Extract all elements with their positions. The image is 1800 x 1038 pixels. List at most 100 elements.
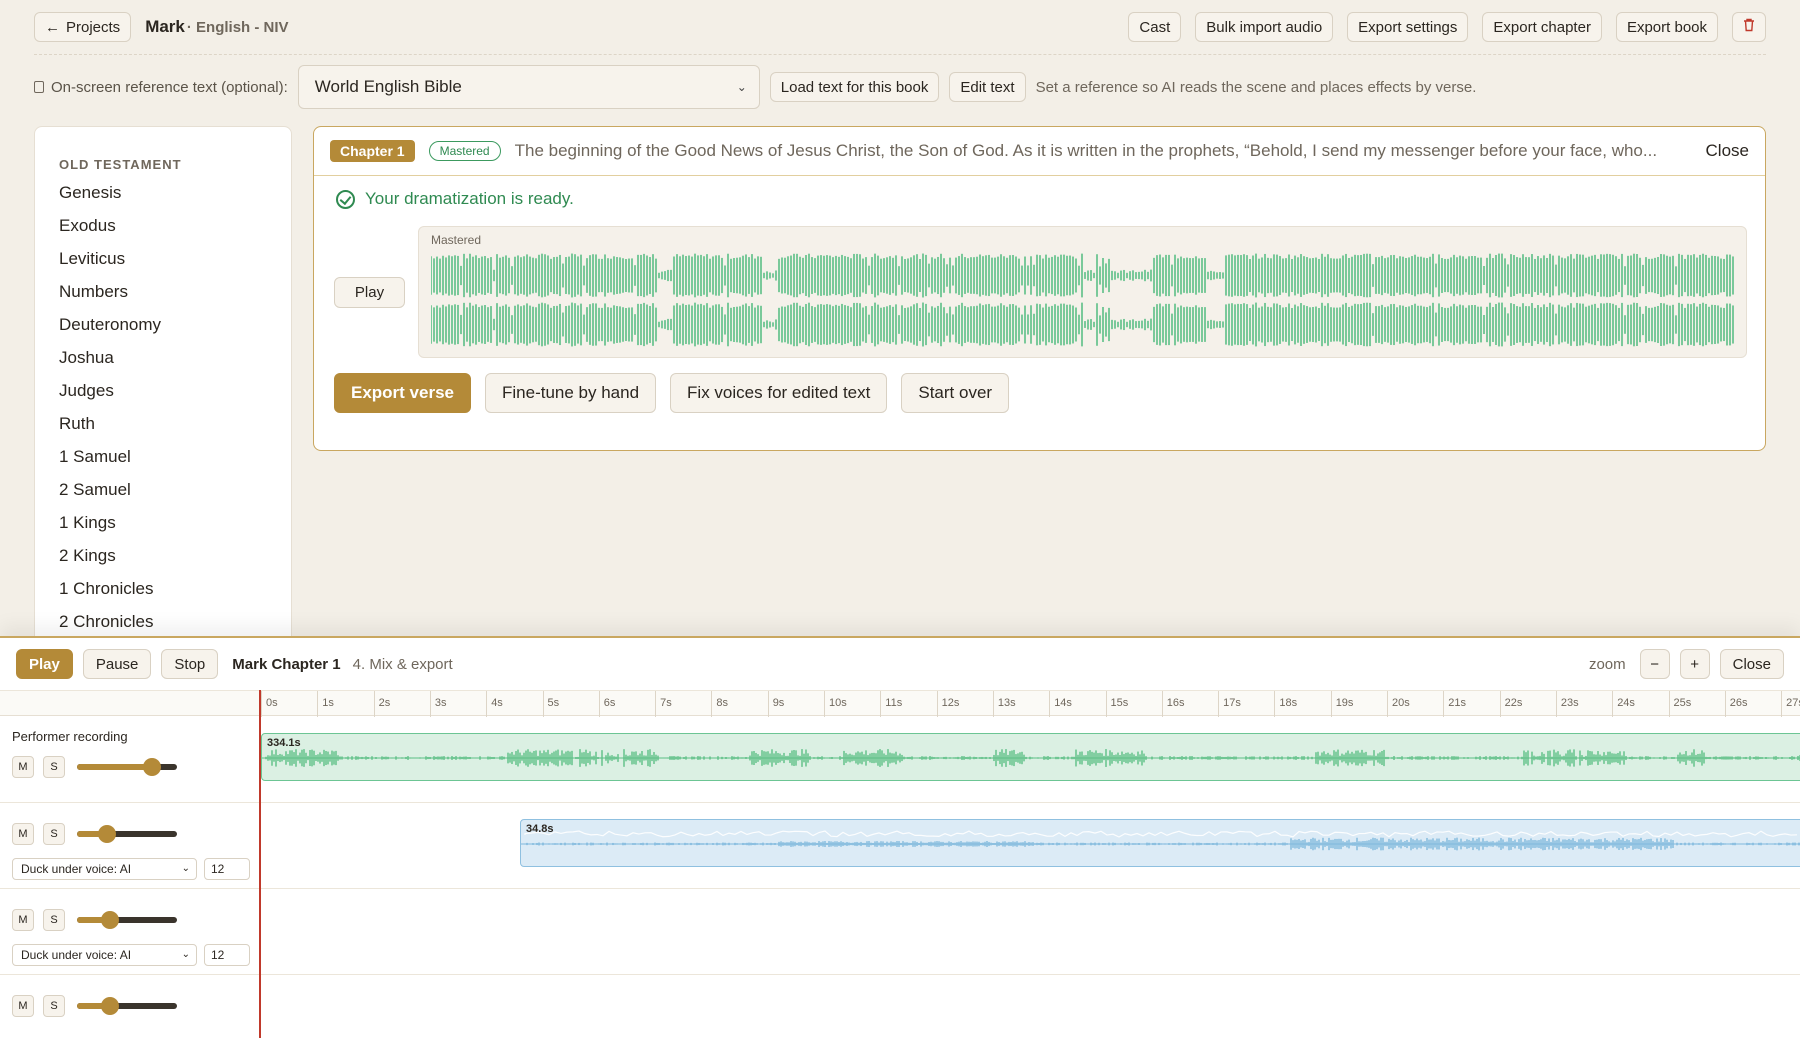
solo-button[interactable]: S — [43, 909, 65, 931]
ready-text: Your dramatization is ready. — [365, 189, 574, 208]
export-book-button[interactable]: Export book — [1615, 12, 1718, 42]
reference-select[interactable]: World English Bible ⌄ — [297, 65, 760, 109]
ruler-tick: 15s — [1105, 691, 1128, 717]
arrow-left-icon: ← — [45, 18, 60, 36]
export-chapter-button[interactable]: Export chapter — [1482, 12, 1602, 42]
mixer-panel: Play Pause Stop Mark Chapter 1 4. Mix & … — [0, 636, 1800, 1038]
status-badge: Mastered — [428, 141, 501, 161]
sidebar-item-deuteronomy[interactable]: Deuteronomy — [59, 314, 291, 347]
project-title: Mark — [145, 17, 185, 36]
sidebar-item-joshua[interactable]: Joshua — [59, 347, 291, 380]
ruler-tick: 19s — [1330, 691, 1353, 717]
zoom-label: zoom — [1588, 655, 1626, 673]
solo-button[interactable]: S — [43, 823, 65, 845]
chevron-down-icon: ⌄ — [181, 863, 190, 874]
mute-button[interactable]: M — [12, 995, 34, 1017]
timeline-ruler[interactable]: 0s 1s 2s 3s 4s 5s 6s 7s 8s 9s 10s 11s 12s 13s 14s 15s 16… — [0, 690, 1800, 717]
edit-text-button[interactable]: Edit text — [949, 72, 1026, 102]
mastered-waveform[interactable]: Mastered — [418, 226, 1747, 358]
duck-amount-input[interactable]: 12 — [204, 858, 250, 880]
sidebar-item-1-chronicles[interactable]: 1 Chronicles — [59, 578, 291, 611]
track-controls: M S Duck under voice: AI ⌄ 12 — [0, 803, 260, 889]
solo-button[interactable]: S — [43, 995, 65, 1017]
mute-button[interactable]: M — [12, 909, 34, 931]
ruler-tick: 9s — [767, 691, 784, 717]
bulk-import-audio-button[interactable]: Bulk import audio — [1195, 12, 1334, 42]
mute-button[interactable]: M — [12, 823, 34, 845]
volume-slider[interactable] — [77, 825, 177, 843]
reference-row: On-screen reference text (optional): Wor… — [34, 65, 1476, 109]
slider-knob[interactable] — [98, 825, 116, 843]
track-controls: M S Duck under voice: AI ⌄ 12 — [0, 889, 260, 975]
close-panel-button[interactable]: Close — [1706, 141, 1749, 161]
sidebar-item-genesis[interactable]: Genesis — [59, 182, 291, 215]
sidebar-item-exodus[interactable]: Exodus — [59, 215, 291, 248]
reference-selected: World English Bible — [314, 77, 462, 96]
sidebar-item-numbers[interactable]: Numbers — [59, 281, 291, 314]
ruler-tick: 17s — [1218, 691, 1241, 717]
ruler-tick: 25s — [1668, 691, 1691, 717]
play-button[interactable]: Play — [334, 277, 405, 308]
ruler-tick: 13s — [992, 691, 1016, 717]
chapter-panel-header: Chapter 1 Mastered The beginning of the … — [314, 127, 1765, 176]
back-to-projects-button[interactable]: ← Projects — [34, 12, 132, 42]
delete-button[interactable] — [1732, 12, 1766, 42]
ruler-tick: 2s — [373, 691, 390, 717]
volume-slider[interactable] — [77, 758, 177, 776]
slider-knob[interactable] — [101, 997, 119, 1015]
fine-tune-button[interactable]: Fine-tune by hand — [485, 373, 657, 413]
audio-clip[interactable]: 34.8s — [519, 819, 1800, 867]
duck-select-value: Duck under voice: AI — [21, 948, 132, 962]
sidebar-item-judges[interactable]: Judges — [59, 380, 291, 413]
mute-button[interactable]: M — [12, 756, 34, 778]
ruler-tick: 12s — [936, 691, 959, 717]
mixer-close-button[interactable]: Close — [1719, 649, 1784, 679]
mixer-stop-button[interactable]: Stop — [161, 649, 219, 679]
mixer-play-button[interactable]: Play — [16, 649, 73, 679]
sidebar-item-2-kings[interactable]: 2 Kings — [59, 545, 291, 578]
duck-voice-select[interactable]: Duck under voice: AI ⌄ — [12, 944, 197, 966]
export-verse-button[interactable]: Export verse — [334, 373, 471, 413]
ruler-tick: 8s — [711, 691, 728, 717]
volume-slider[interactable] — [77, 911, 177, 929]
book-sidebar: OLD TESTAMENT Genesis Exodus Leviticus N… — [34, 126, 292, 646]
zoom-in-button[interactable]: + — [1679, 649, 1710, 679]
chapter-badge: Chapter 1 — [330, 140, 415, 162]
reference-label: On-screen reference text (optional): — [51, 78, 288, 96]
zoom-out-button[interactable]: − — [1639, 649, 1670, 679]
track-row: M S Duck under voice: AI ⌄ 12 34.8s — [0, 803, 1800, 889]
ruler-tick: 10s — [824, 691, 847, 717]
sidebar-item-leviticus[interactable]: Leviticus — [59, 248, 291, 281]
header-divider — [34, 54, 1766, 55]
document-icon — [34, 81, 44, 93]
solo-button[interactable]: S — [43, 756, 65, 778]
ruler-tick: 0s — [261, 691, 278, 717]
mixer-toolbar: Play Pause Stop Mark Chapter 1 4. Mix & … — [0, 638, 1800, 690]
sidebar-item-1-kings[interactable]: 1 Kings — [59, 512, 291, 545]
fix-voices-button[interactable]: Fix voices for edited text — [670, 373, 888, 413]
duck-voice-select[interactable]: Duck under voice: AI ⌄ — [12, 858, 197, 880]
chapter-panel: Chapter 1 Mastered The beginning of the … — [313, 126, 1766, 451]
playhead[interactable] — [259, 690, 261, 1038]
chevron-down-icon: ⌄ — [736, 80, 747, 94]
duck-amount-input[interactable]: 12 — [204, 944, 250, 966]
slider-knob[interactable] — [143, 758, 161, 776]
ruler-tick: 1s — [317, 691, 334, 717]
ruler-tick: 11s — [880, 691, 902, 717]
cast-button[interactable]: Cast — [1128, 12, 1182, 42]
sidebar-item-1-samuel[interactable]: 1 Samuel — [59, 446, 291, 479]
mixer-pause-button[interactable]: Pause — [82, 649, 152, 679]
load-text-button[interactable]: Load text for this book — [769, 72, 940, 102]
reference-hint: Set a reference so AI reads the scene an… — [1035, 78, 1477, 96]
export-settings-button[interactable]: Export settings — [1347, 12, 1469, 42]
sidebar-item-2-samuel[interactable]: 2 Samuel — [59, 479, 291, 512]
clip-waveform — [262, 749, 1800, 767]
trash-icon — [1744, 18, 1754, 32]
volume-slider[interactable] — [77, 997, 177, 1015]
track-row: M S — [0, 975, 1800, 1038]
audio-clip[interactable]: 334.1s — [261, 733, 1800, 781]
slider-knob[interactable] — [101, 911, 119, 929]
start-over-button[interactable]: Start over — [901, 373, 1010, 413]
sidebar-item-ruth[interactable]: Ruth — [59, 413, 291, 446]
mixer-zoom-controls: zoom − + Close — [1589, 649, 1784, 679]
